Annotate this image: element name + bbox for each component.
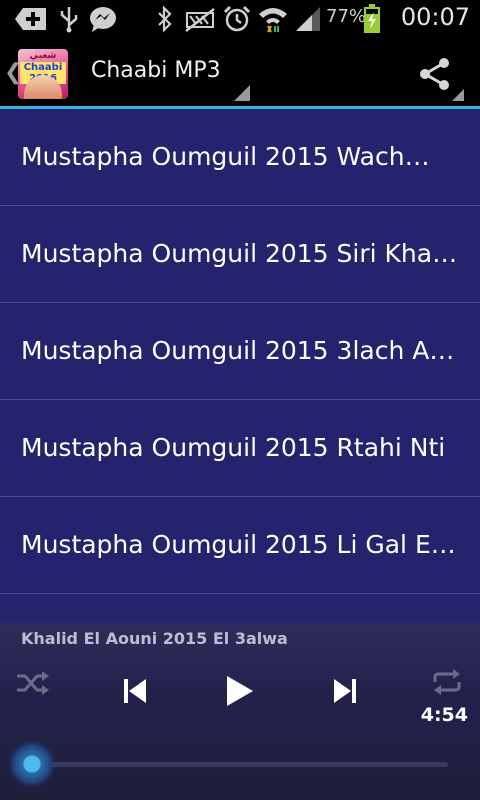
next-track-button[interactable] bbox=[330, 675, 360, 707]
messenger-icon bbox=[88, 5, 118, 33]
song-title: Mustapha Oumguil 2015 Siri Kha… bbox=[21, 239, 458, 268]
song-title: Mustapha Oumguil 2015 Li Gal E… bbox=[21, 530, 456, 559]
wifi-icon bbox=[257, 5, 289, 33]
add-icon bbox=[14, 5, 48, 33]
song-list[interactable]: Mustapha Oumguil 2015 Wach… Mustapha Oum… bbox=[0, 109, 480, 623]
track-time: 4:54 bbox=[420, 704, 468, 726]
list-item[interactable]: Mustapha Oumguil 2015 Rtahi Nti bbox=[0, 400, 480, 497]
shuffle-icon[interactable] bbox=[16, 669, 50, 697]
now-playing-title: Khalid El Aouni 2015 El 3alwa bbox=[21, 629, 288, 648]
song-title: Mustapha Oumguil 2015 3lach A… bbox=[21, 336, 455, 365]
mute-icon bbox=[184, 5, 216, 33]
song-title: Mustapha Oumguil 2015 Wach… bbox=[21, 142, 430, 171]
list-item[interactable]: Mustapha Oumguil 2015 3lach A… bbox=[0, 303, 480, 400]
play-button[interactable] bbox=[222, 673, 256, 709]
previous-track-button[interactable] bbox=[120, 675, 150, 707]
list-item[interactable]: Mustapha Oumguil 2015 Li Gal E… bbox=[0, 497, 480, 594]
seek-thumb[interactable] bbox=[12, 744, 52, 784]
list-item[interactable]: Mustapha Oumguil 2015 Siri Kha… bbox=[0, 206, 480, 303]
alarm-icon bbox=[223, 5, 251, 33]
page-title[interactable]: Chaabi MP3 bbox=[91, 58, 221, 83]
song-title: Mustapha Oumguil 2015 Rtahi Nti bbox=[21, 433, 446, 462]
clock: 00:07 bbox=[400, 3, 470, 31]
status-bar: 77% 00:07 bbox=[0, 0, 480, 38]
list-item[interactable] bbox=[0, 594, 480, 623]
battery-charging-icon bbox=[363, 4, 381, 33]
player-panel: Khalid El Aouni 2015 El 3alwa 4:54 bbox=[0, 623, 480, 800]
list-item[interactable]: Mustapha Oumguil 2015 Wach… bbox=[0, 109, 480, 206]
battery-percent: 77% bbox=[326, 6, 367, 27]
overflow-indicator-icon[interactable] bbox=[452, 86, 464, 105]
seek-bar[interactable] bbox=[32, 762, 448, 767]
usb-icon bbox=[58, 5, 80, 33]
bluetooth-icon bbox=[156, 5, 174, 33]
spinner-indicator-icon[interactable] bbox=[234, 85, 250, 105]
share-icon[interactable] bbox=[417, 56, 453, 96]
signal-icon bbox=[294, 5, 322, 33]
app-logo[interactable]: شعبي مغربي Chaabi 2016 bbox=[18, 49, 68, 99]
repeat-icon[interactable] bbox=[430, 667, 464, 697]
